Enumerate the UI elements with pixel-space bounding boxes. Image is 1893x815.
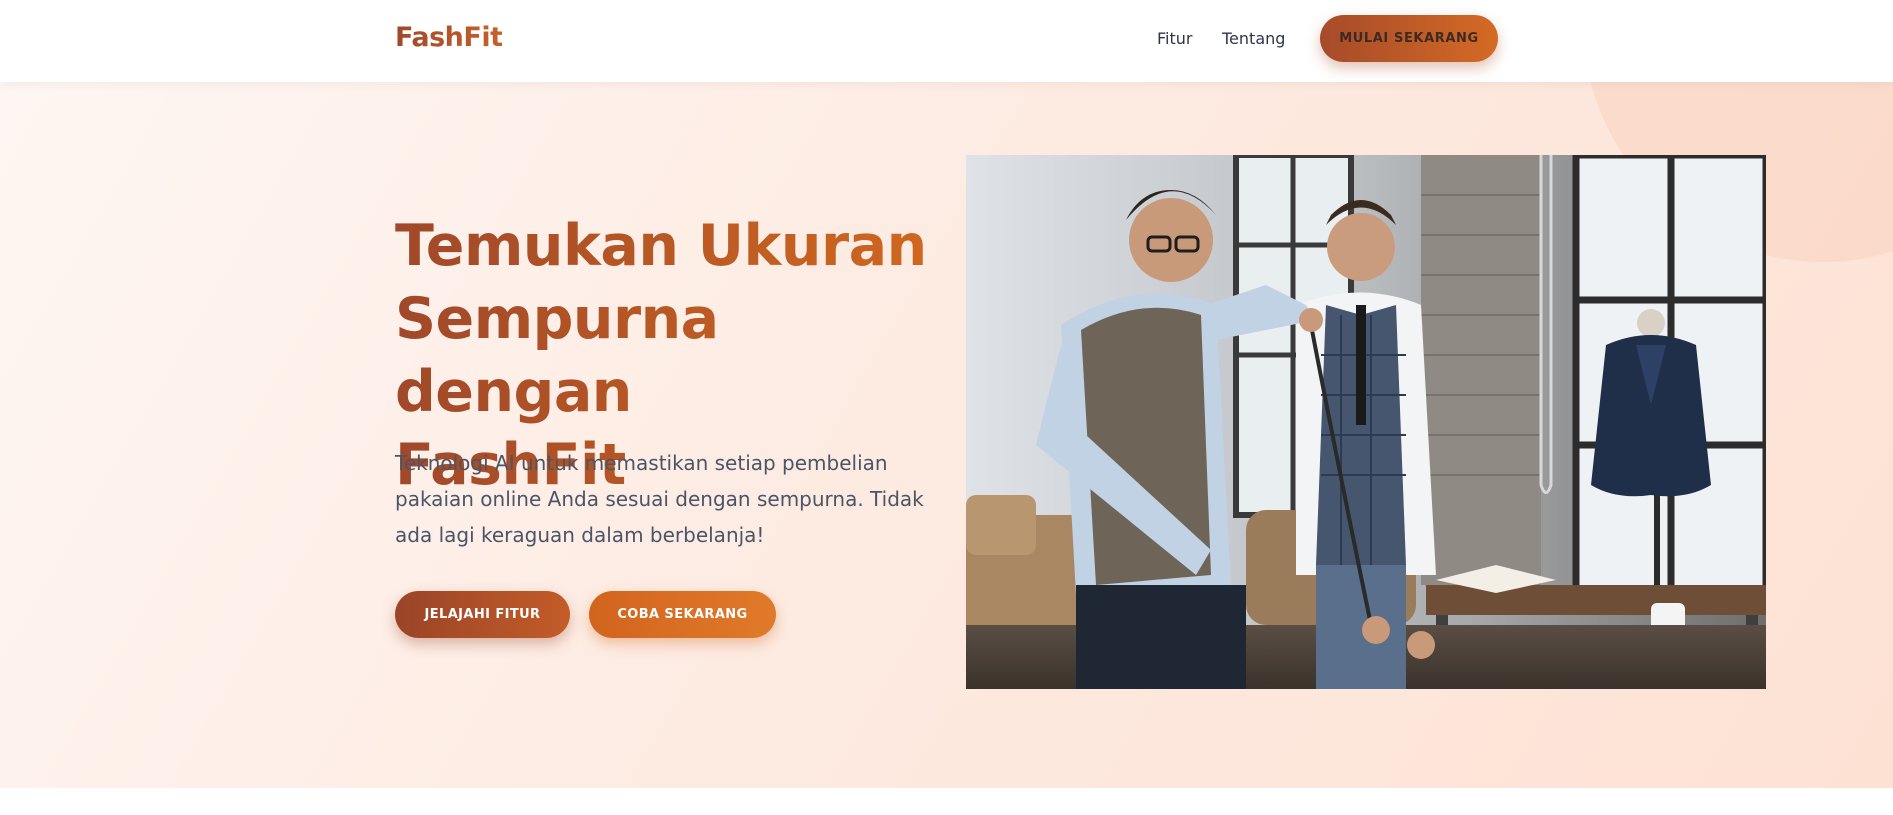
hero-image bbox=[966, 155, 1766, 689]
logo[interactable]: FashFit bbox=[395, 22, 503, 53]
hero-title-line: Temukan Ukuran bbox=[395, 213, 927, 279]
try-now-button[interactable]: COBA SEKARANG bbox=[589, 591, 776, 638]
hero-description: Teknologi AI untuk memastikan setiap pem… bbox=[395, 445, 935, 553]
hero-description-line: ada lagi keraguan dalam berbelanja! bbox=[395, 523, 765, 547]
site-header: FashFit Fitur Tentang MULAI SEKARANG bbox=[0, 0, 1893, 82]
start-now-button[interactable]: MULAI SEKARANG bbox=[1320, 15, 1498, 62]
hero-section: Temukan Ukuran Sempurna dengan FashFit T… bbox=[0, 82, 1893, 788]
nav-link-tentang[interactable]: Tentang bbox=[1222, 29, 1285, 48]
hero-title-line: Sempurna dengan bbox=[395, 286, 719, 425]
tailor-measuring-client-photo bbox=[966, 155, 1766, 689]
explore-features-button[interactable]: JELAJAHI FITUR bbox=[395, 591, 570, 638]
hero-description-line: Teknologi AI untuk memastikan setiap pem… bbox=[395, 451, 888, 475]
nav-link-fitur[interactable]: Fitur bbox=[1157, 29, 1192, 48]
hero-description-line: pakaian online Anda sesuai dengan sempur… bbox=[395, 487, 924, 511]
